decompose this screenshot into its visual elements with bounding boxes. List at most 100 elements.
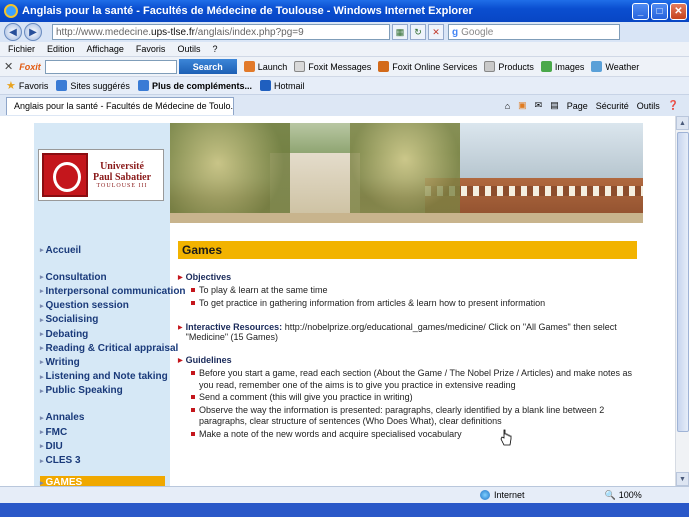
security-zone[interactable]: Internet <box>480 490 525 500</box>
nav-reading[interactable]: Reading & Critical appraisal <box>40 341 186 355</box>
nav-cles3[interactable]: CLES 3 <box>40 453 186 467</box>
products-icon <box>484 61 496 72</box>
search-input[interactable]: g Google <box>448 24 620 40</box>
refresh-icon[interactable]: ↻ <box>410 24 426 40</box>
page-menu[interactable]: Page <box>567 101 588 111</box>
nav-socialising[interactable]: Socialising <box>40 313 186 327</box>
nav-games[interactable]: GAMES <box>40 475 165 486</box>
menu-fichier[interactable]: Fichier <box>8 44 35 54</box>
objective-item: To play & learn at the same time <box>191 285 638 297</box>
favorites-button[interactable]: ★ Favoris <box>6 79 48 92</box>
foxit-images-label: Images <box>554 61 585 72</box>
images-icon <box>540 61 552 72</box>
zoom-control[interactable]: 🔍 100% <box>605 490 642 501</box>
nav-diu[interactable]: DIU <box>40 439 186 453</box>
security-menu[interactable]: Sécurité <box>596 101 629 111</box>
foxit-messages[interactable]: Foxit Messages <box>294 61 371 72</box>
menu-outils[interactable]: Outils <box>177 44 200 54</box>
mail-icon[interactable]: ✉ <box>535 100 543 111</box>
menu-help[interactable]: ? <box>212 44 217 54</box>
online-services-icon <box>378 61 390 72</box>
nav-debating[interactable]: Debating <box>40 327 186 341</box>
menu-favoris[interactable]: Favoris <box>136 44 166 54</box>
fav-hotmail-label: Hotmail <box>273 80 305 91</box>
menu-edition[interactable]: Edition <box>47 44 75 54</box>
scroll-thumb[interactable] <box>677 132 689 432</box>
nav-annales[interactable]: Annales <box>40 411 186 425</box>
logo-line3: TOULOUSE III <box>96 183 148 189</box>
favorites-bar: ★ Favoris Sites suggérés Plus de compléme… <box>0 76 689 94</box>
ie-logo-icon <box>4 4 18 18</box>
taskbar <box>0 503 689 517</box>
url-suffix: /anglais/index.php?pg=9 <box>194 26 304 38</box>
foxit-products-label: Products <box>498 61 534 72</box>
guidelines-section: Guidelines Before you start a game, read… <box>178 355 638 440</box>
tab-current[interactable]: Anglais pour la santé - Facultés de Méde… <box>6 96 234 115</box>
campus-banner-image <box>170 123 643 223</box>
nav-accueil[interactable]: Accueil <box>40 243 186 257</box>
foxit-online-label: Foxit Online Services <box>392 61 478 72</box>
objectives-section: Objectives To play & learn at the same t… <box>178 272 638 309</box>
back-button[interactable]: ◀ <box>4 23 22 41</box>
university-logo[interactable]: Université Paul Sabatier TOULOUSE III <box>38 149 164 201</box>
left-sidebar: Université Paul Sabatier TOULOUSE III Ac… <box>34 123 186 486</box>
forward-button[interactable]: ▶ <box>24 23 42 41</box>
help-icon[interactable]: ❓ <box>668 100 679 111</box>
nav-question-session[interactable]: Question session <box>40 299 186 313</box>
menu-affichage[interactable]: Affichage <box>87 44 124 54</box>
title-bar: Anglais pour la santé - Facultés de Méde… <box>0 0 689 22</box>
minimize-button[interactable]: _ <box>632 2 649 20</box>
command-bar: ⌂ ▣ ✉ ▤ Page Sécurité Outils ❓ <box>497 100 689 111</box>
close-button[interactable]: ✕ <box>670 2 687 20</box>
close-toolbar-icon[interactable]: ✕ <box>4 60 13 73</box>
compat-view-icon[interactable]: ▦ <box>392 24 408 40</box>
foxit-images[interactable]: Images <box>540 61 585 72</box>
scroll-down-icon[interactable]: ▼ <box>676 472 689 486</box>
nav-interpersonal[interactable]: Interpersonal communication <box>40 284 186 298</box>
fav-hotmail[interactable]: Hotmail <box>259 80 305 91</box>
guideline-item: Observe the way the information is prese… <box>191 405 638 428</box>
nav-public-speaking[interactable]: Public Speaking <box>40 384 186 398</box>
hotmail-icon <box>259 80 271 91</box>
foxit-weather[interactable]: Weather <box>591 61 639 72</box>
fav-more-addons[interactable]: Plus de compléments... <box>137 80 252 91</box>
favorites-label: Favoris <box>18 80 49 91</box>
stop-icon[interactable]: ✕ <box>428 24 444 40</box>
foxit-logo[interactable]: Foxit <box>19 62 41 72</box>
vertical-scrollbar[interactable]: ▲ ▼ <box>675 116 689 486</box>
maximize-button[interactable]: □ <box>651 2 668 20</box>
hand-cursor-icon <box>500 429 512 446</box>
print-icon[interactable]: ▤ <box>550 100 559 111</box>
scroll-up-icon[interactable]: ▲ <box>676 116 689 130</box>
foxit-launch[interactable]: Launch <box>243 61 287 72</box>
feeds-icon[interactable]: ▣ <box>518 100 527 111</box>
sidebar-nav: Accueil Consultation Interpersonal commu… <box>40 243 186 486</box>
status-bar: Internet 🔍 100% <box>0 486 689 503</box>
home-icon[interactable]: ⌂ <box>505 101 510 111</box>
foxit-online-services[interactable]: Foxit Online Services <box>378 61 477 72</box>
window-title: Anglais pour la santé - Facultés de Méde… <box>22 5 473 17</box>
zoom-icon: 🔍 <box>604 489 616 500</box>
nav-listening[interactable]: Listening and Note taking <box>40 370 186 384</box>
guidelines-title: Guidelines <box>178 355 638 365</box>
foxit-search-button[interactable]: Search <box>178 59 237 74</box>
foxit-toolbar: ✕ Foxit Search Launch Foxit Messages Fox… <box>0 56 689 76</box>
star-icon: ★ <box>6 80 16 92</box>
fav-suggested-sites[interactable]: Sites suggérés <box>56 80 130 91</box>
address-row: ◀ ▶ http://www.medecine. ups-tlse.fr/angl… <box>0 22 689 42</box>
ups-emblem-icon <box>42 153 88 197</box>
nav-consultation[interactable]: Consultation <box>40 270 186 284</box>
guideline-item: Before you start a game, read each secti… <box>191 368 638 391</box>
foxit-search-input[interactable] <box>44 59 177 74</box>
zone-label: Internet <box>494 490 525 500</box>
nav-writing[interactable]: Writing <box>40 355 186 369</box>
tab-title: Anglais pour la santé - Facultés de Méde… <box>14 101 234 111</box>
tools-menu[interactable]: Outils <box>637 101 660 111</box>
zoom-level: 100% <box>618 490 642 500</box>
launch-icon <box>243 61 255 72</box>
foxit-products[interactable]: Products <box>484 61 534 72</box>
nav-fmc[interactable]: FMC <box>40 425 186 439</box>
url-prefix: http://www.medecine. <box>56 26 152 38</box>
ie-page-icon <box>137 80 149 91</box>
address-bar[interactable]: http://www.medecine. ups-tlse.fr/anglais/… <box>52 24 390 40</box>
